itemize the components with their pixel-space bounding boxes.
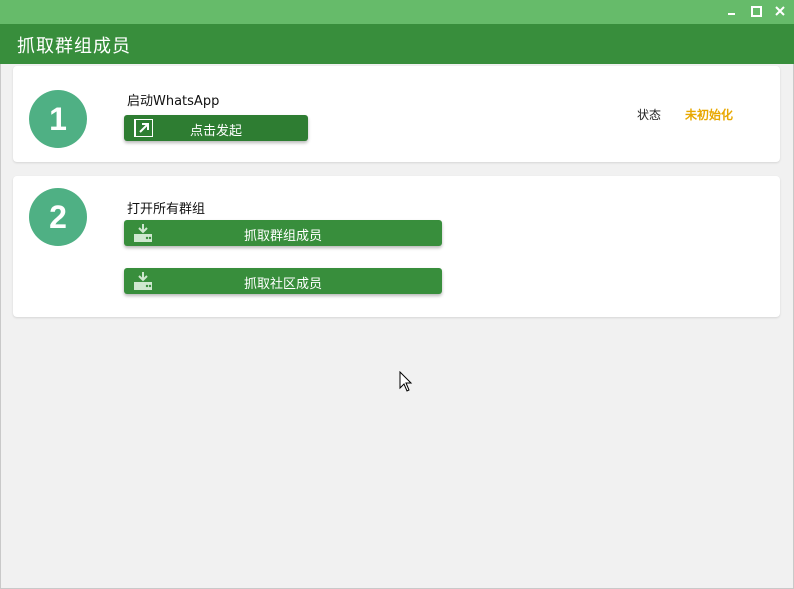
app-header: 抓取群组成员 <box>0 24 794 64</box>
step-1-number-badge: 1 <box>29 90 87 148</box>
page-title: 抓取群组成员 <box>17 36 131 57</box>
step-2-number-badge: 2 <box>29 188 87 246</box>
step-1-title: 启动WhatsApp <box>127 94 220 109</box>
scrape-community-members-label: 抓取社区成员 <box>243 277 322 292</box>
maximize-icon <box>750 5 762 17</box>
status-value: 未初始化 <box>685 108 734 122</box>
minimize-button[interactable] <box>724 3 740 19</box>
close-icon <box>775 6 785 16</box>
minimize-icon <box>728 13 735 15</box>
step-2-title: 打开所有群组 <box>127 202 206 217</box>
launch-whatsapp-button[interactable]: 点击发起 <box>124 115 308 141</box>
step-2-card: 2 打开所有群组 抓取群组成员 抓取社区成员 <box>13 176 780 317</box>
close-button[interactable] <box>772 3 788 19</box>
scrape-community-members-button[interactable]: 抓取社区成员 <box>124 268 442 294</box>
status-label: 状态 <box>637 108 662 122</box>
step-1-card: 1 启动WhatsApp 点击发起 状态 未初始化 <box>13 66 780 162</box>
launch-button-label: 点击发起 <box>189 124 242 139</box>
title-bar <box>0 0 794 24</box>
mouse-cursor-icon <box>399 371 413 392</box>
scrape-group-members-button[interactable]: 抓取群组成员 <box>124 220 442 246</box>
maximize-button[interactable] <box>748 3 764 19</box>
window-controls <box>724 3 788 19</box>
scrape-group-members-label: 抓取群组成员 <box>243 229 322 244</box>
